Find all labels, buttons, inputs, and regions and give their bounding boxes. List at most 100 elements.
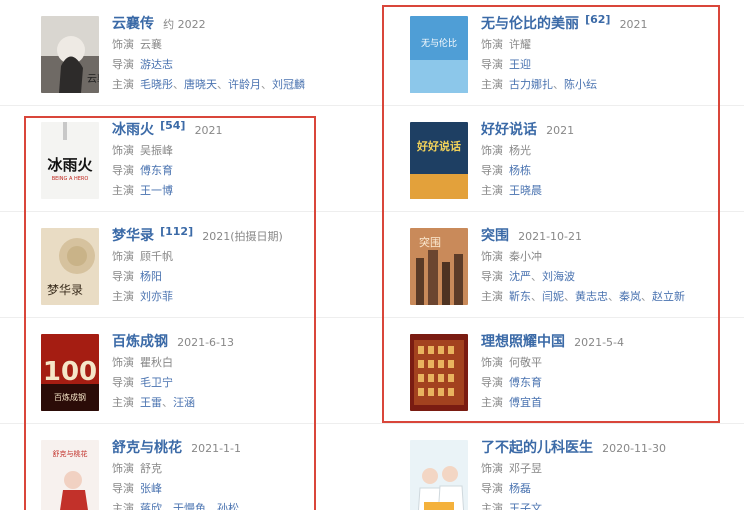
director-label: 导演 (112, 482, 134, 495)
filmography-column-left: 云襄 云襄传 约 2022 饰演云襄 导演游达志 主演毛晓彤、唐晓天、许龄月、刘… (0, 0, 372, 510)
role-label: 饰演 (481, 250, 503, 263)
role-name: 邓子昱 (509, 462, 542, 475)
cast-link[interactable]: 陈小纭 (564, 78, 597, 91)
director-label: 导演 (481, 376, 503, 389)
movie-title-link[interactable]: 冰雨火 (112, 122, 154, 138)
movie-title-link[interactable]: 云襄传 (112, 16, 154, 32)
movie-title-link[interactable]: 理想照耀中国 (481, 334, 565, 350)
director-link[interactable]: 杨磊 (509, 482, 531, 495)
director-link[interactable]: 刘海波 (542, 270, 575, 283)
movie-title-link[interactable]: 百炼成钢 (112, 334, 168, 350)
poster-image[interactable]: 突围 (410, 228, 468, 305)
cast-link[interactable]: 王晓晨 (509, 184, 542, 197)
director-link[interactable]: 杨栋 (509, 164, 531, 177)
release-date: 2021-5-4 (574, 336, 625, 349)
episode-count-link[interactable]: [112] (160, 225, 193, 238)
role-label: 饰演 (481, 144, 503, 157)
cast-link[interactable]: 赵立新 (652, 290, 685, 303)
cast-link[interactable]: 蒋欣 (140, 502, 162, 510)
role-label: 饰演 (112, 356, 134, 369)
cast-link[interactable]: 闫妮 (542, 290, 564, 303)
list-item: 突围 突围 2021-10-21 饰演 秦小冲 导演 沈严、刘海波 主演 靳东、闫妮、… (372, 212, 744, 318)
role-label: 饰演 (112, 144, 134, 157)
director-link[interactable]: 王迎 (509, 58, 531, 71)
role-name: 舒克 (140, 462, 162, 475)
poster-image[interactable]: 100 百炼成钢 (41, 334, 99, 411)
cast-link[interactable]: 古力娜扎 (509, 78, 553, 91)
list-item: 云襄 云襄传 约 2022 饰演云襄 导演游达志 主演毛晓彤、唐晓天、许龄月、刘… (0, 0, 372, 106)
release-date: 约 2022 (163, 18, 206, 31)
list-item: 100 百炼成钢 百炼成钢 2021-6-13 饰演 瞿秋白 导演 毛卫宁 主演 王雷… (0, 318, 372, 424)
cast-link[interactable]: 靳东 (509, 290, 531, 303)
director-label: 导演 (481, 164, 503, 177)
cast-label: 主演 (112, 78, 134, 91)
director-link[interactable]: 杨阳 (140, 270, 162, 283)
cast-label: 主演 (481, 78, 503, 91)
poster-image[interactable]: 冰雨火 BEING A HERO (41, 122, 99, 199)
cast-link[interactable]: 傅宜首 (509, 396, 542, 409)
director-link[interactable]: 毛卫宁 (140, 376, 173, 389)
cast-link[interactable]: 王子文 (509, 502, 542, 510)
role-label: 饰演 (112, 250, 134, 263)
director-label: 导演 (112, 376, 134, 389)
movie-title-link[interactable]: 好好说话 (481, 122, 537, 138)
cast-link[interactable]: 于慢鱼 (173, 502, 206, 510)
cast-link[interactable]: 刘亦菲 (140, 290, 173, 303)
list-item: 梦华录 梦华录 [112] 2021(拍摄日期) 饰演 顾千帆 导演 杨阳 主演 刘亦… (0, 212, 372, 318)
release-date: 2021-6-13 (177, 336, 235, 349)
cast-label: 主演 (112, 396, 134, 409)
movie-title-link[interactable]: 了不起的儿科医生 (481, 440, 593, 456)
director-link[interactable]: 张峰 (140, 482, 162, 495)
role-label: 饰演 (481, 356, 503, 369)
movie-title-link[interactable]: 突围 (481, 228, 509, 244)
cast-label: 主演 (481, 290, 503, 303)
director-label: 导演 (112, 164, 134, 177)
cast-label: 主演 (112, 290, 134, 303)
poster-text: 突围 (419, 235, 441, 249)
cast-link[interactable]: 唐晓天 (184, 78, 217, 91)
director-link[interactable]: 傅东育 (140, 164, 173, 177)
poster-image[interactable]: 好好说话 (410, 122, 468, 199)
movie-title-link[interactable]: 无与伦比的美丽 (481, 16, 579, 32)
poster-image[interactable] (410, 334, 468, 411)
cast-link[interactable]: 王雷 (140, 396, 162, 409)
cast-label: 主演 (112, 502, 134, 510)
filmography-column-right: 无与伦比 无与伦比的美丽 [62] 2021 饰演 许耀 导演 王迎 主演 古力娜扎、… (372, 0, 744, 510)
role-name: 顾千帆 (140, 250, 173, 263)
release-date: 2020-11-30 (602, 442, 667, 455)
poster-image[interactable] (410, 440, 468, 510)
cast-link[interactable]: 许龄月 (228, 78, 261, 91)
role-name: 吴振峰 (140, 144, 173, 157)
poster-image[interactable]: 云襄 (41, 16, 99, 93)
release-date: 2021 (194, 124, 223, 137)
movie-title-link[interactable]: 舒克与桃花 (112, 440, 182, 456)
director-label: 导演 (481, 482, 503, 495)
poster-text: 舒克与桃花 (53, 449, 88, 458)
cast-link[interactable]: 黄志忠 (575, 290, 608, 303)
episode-count-link[interactable]: [62] (585, 13, 610, 26)
role-name: 瞿秋白 (140, 356, 173, 369)
cast-link[interactable]: 毛晓彤 (140, 78, 173, 91)
cast-label: 主演 (481, 396, 503, 409)
role-name: 许耀 (509, 38, 531, 51)
cast-label: 主演 (481, 502, 503, 510)
poster-image[interactable]: 梦华录 (41, 228, 99, 305)
cast-link[interactable]: 汪涵 (173, 396, 195, 409)
movie-title-link[interactable]: 梦华录 (112, 228, 154, 244)
role-label: 饰演 (481, 462, 503, 475)
poster-image[interactable]: 舒克与桃花 (41, 440, 99, 510)
cast-link[interactable]: 刘冠麟 (272, 78, 305, 91)
director-link[interactable]: 傅东育 (509, 376, 542, 389)
director-link[interactable]: 游达志 (140, 58, 173, 71)
cast-link[interactable]: 秦岚 (619, 290, 641, 303)
list-item: 了不起的儿科医生 2020-11-30 饰演 邓子昱 导演 杨磊 主演 王子文 (372, 424, 744, 510)
director-label: 导演 (481, 58, 503, 71)
director-link[interactable]: 沈严 (509, 270, 531, 283)
poster-image[interactable]: 无与伦比 (410, 16, 468, 93)
episode-count-link[interactable]: [54] (160, 119, 185, 132)
list-item: 无与伦比 无与伦比的美丽 [62] 2021 饰演 许耀 导演 王迎 主演 古力娜扎、… (372, 0, 744, 106)
director-label: 导演 (481, 270, 503, 283)
cast-link[interactable]: 王一博 (140, 184, 173, 197)
cast-link[interactable]: 孙松 (217, 502, 239, 510)
role-name: 杨光 (509, 144, 531, 157)
